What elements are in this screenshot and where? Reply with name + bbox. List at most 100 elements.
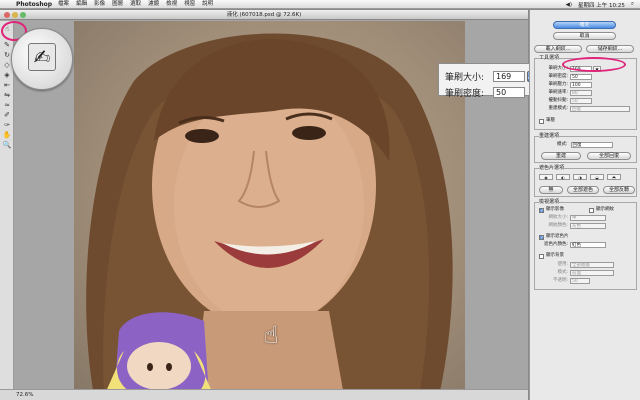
zoom-level[interactable]: 72.6% bbox=[16, 392, 33, 398]
menu-window[interactable]: 視窗 bbox=[184, 0, 195, 9]
close-window-icon[interactable] bbox=[4, 12, 10, 18]
mesh-size-select[interactable]: 中 bbox=[570, 215, 606, 221]
mask-mode-icons: ◉ ◐ ◑ ◒ ◓ bbox=[539, 174, 621, 180]
menu-edit[interactable]: 編輯 bbox=[76, 0, 87, 9]
zoom-tool-icon[interactable]: 🔍 bbox=[2, 141, 12, 150]
menu-filter[interactable]: 濾鏡 bbox=[148, 0, 159, 9]
show-backdrop-label: 顯示背景 bbox=[546, 253, 564, 258]
menu-image[interactable]: 影像 bbox=[94, 0, 105, 9]
stylus-pressure-checkbox[interactable] bbox=[539, 118, 544, 124]
save-mesh-button[interactable]: 儲存網紋... bbox=[586, 45, 634, 53]
stylus-pressure-row: 筆壓 bbox=[539, 118, 555, 124]
minimize-window-icon[interactable] bbox=[12, 12, 18, 18]
mask-color-label: 遮色片顏色: bbox=[543, 242, 568, 247]
menu-layer[interactable]: 圖層 bbox=[112, 0, 123, 9]
show-mesh-checkbox[interactable] bbox=[589, 207, 594, 213]
menu-app-name[interactable]: Photoshop bbox=[16, 0, 52, 9]
status-bar: 72.6% bbox=[0, 389, 528, 400]
zoom-window-icon[interactable] bbox=[20, 12, 26, 18]
hud-brush-density-row: 筆刷密度: 50 bbox=[445, 86, 525, 99]
show-backdrop-row: 顯示背景 bbox=[539, 253, 564, 259]
invert-selection-icon[interactable]: ◓ bbox=[607, 174, 621, 180]
mesh-size-label: 網紋大小: bbox=[548, 215, 568, 220]
menu-select[interactable]: 選取 bbox=[130, 0, 141, 9]
mesh-color-label: 網紋顏色: bbox=[548, 223, 568, 228]
brush-rate-label: 筆刷速率: bbox=[548, 90, 568, 95]
mesh-size-row: 網紋大小: 中 bbox=[541, 215, 606, 221]
load-mesh-button[interactable]: 載入網紋... bbox=[534, 45, 582, 53]
backdrop-opacity-field[interactable]: 50 bbox=[570, 278, 590, 284]
intersect-selection-icon[interactable]: ◒ bbox=[590, 174, 604, 180]
tool-magnifier-callout: ✍ bbox=[11, 28, 73, 90]
reconstruct-tool-icon[interactable]: ✎ bbox=[2, 41, 12, 50]
bloat-tool-icon[interactable]: ◈ bbox=[2, 71, 12, 80]
brush-pressure-field[interactable]: 100 bbox=[570, 82, 592, 88]
hud-brush-density-label: 筆刷密度: bbox=[445, 89, 485, 99]
show-mask-checkbox[interactable]: ✓ bbox=[539, 234, 544, 240]
tool-options-title: 工具選項 bbox=[539, 55, 560, 61]
window-titlebar: 液化 (607018.psd @ 72.6K) bbox=[0, 10, 528, 20]
show-backdrop-checkbox[interactable] bbox=[539, 253, 544, 259]
ok-button[interactable]: 確定 bbox=[553, 21, 616, 29]
hud-brush-size-row: 筆刷大小: 169 ▲▼ bbox=[445, 70, 536, 83]
mask-none-button[interactable]: 無 bbox=[539, 186, 563, 194]
backdrop-opacity-label: 不透明: bbox=[552, 278, 568, 283]
hud-brush-density-input[interactable]: 50 bbox=[493, 87, 525, 98]
liquify-toolbar: ☝ ✎ ↻ ◇ ◈ ⇤ ⇋ ≈ ✐ ✑ ✋ 🔍 bbox=[0, 21, 14, 391]
reconstruct-mode-select-2[interactable]: 回復 bbox=[570, 142, 613, 148]
menu-help[interactable]: 說明 bbox=[202, 0, 213, 9]
mirror-tool-icon[interactable]: ⇋ bbox=[2, 91, 12, 100]
brush-settings-callout: 筆刷大小: 169 ▲▼ 筆刷密度: 50 bbox=[438, 63, 538, 99]
brush-pressure-label: 筆刷壓力: bbox=[548, 82, 568, 87]
turbulent-jitter-field[interactable]: 50 bbox=[570, 98, 592, 104]
mesh-color-row: 網紋顏色: 灰色 bbox=[541, 223, 606, 229]
mask-options-section: 遮色片選項 ◉ ◐ ◑ ◒ ◓ 無 全部遮色 全部反轉 bbox=[534, 165, 637, 197]
mesh-color-select[interactable]: 灰色 bbox=[570, 223, 606, 229]
view-options-title: 檢視選項 bbox=[539, 199, 560, 205]
hand-tool-icon[interactable]: ✋ bbox=[2, 131, 12, 140]
spotlight-icon[interactable]: ⌕ bbox=[631, 1, 634, 8]
replace-selection-icon[interactable]: ◉ bbox=[539, 174, 553, 180]
push-left-tool-icon[interactable]: ⇤ bbox=[2, 81, 12, 90]
invert-all-button[interactable]: 全部反轉 bbox=[603, 186, 635, 194]
brush-density-field[interactable]: 50 bbox=[570, 74, 592, 80]
cancel-button[interactable]: 取消 bbox=[553, 32, 616, 40]
backdrop-use-select[interactable]: 全部圖層 bbox=[570, 262, 614, 268]
show-image-row: ✓ 顯示影像 bbox=[539, 207, 564, 213]
restore-all-button[interactable]: 全部回復 bbox=[587, 152, 631, 160]
turbulent-jitter-label: 擾動抖動: bbox=[548, 98, 568, 103]
brush-rate-row: 筆刷速率: 80 bbox=[541, 90, 592, 96]
menu-bar: Photoshop 檔案 編輯 影像 圖層 選取 濾鏡 檢視 視窗 說明 ◀) … bbox=[0, 0, 640, 9]
freeze-mask-tool-icon[interactable]: ✐ bbox=[2, 111, 12, 120]
menu-file[interactable]: 檔案 bbox=[58, 0, 69, 9]
turbulence-tool-icon[interactable]: ≈ bbox=[2, 101, 12, 110]
add-to-selection-icon[interactable]: ◐ bbox=[556, 174, 570, 180]
photo-canvas[interactable]: ☝ bbox=[74, 21, 465, 396]
highlight-ring-brush-size bbox=[562, 57, 626, 72]
hand-cursor-icon: ☝ bbox=[264, 321, 279, 349]
show-mask-label: 顯示遮色片 bbox=[546, 234, 569, 239]
reconstruct-mode-select[interactable]: 回復 bbox=[570, 106, 630, 112]
thaw-mask-tool-icon[interactable]: ✑ bbox=[2, 121, 12, 130]
view-options-section: 檢視選項 ✓ 顯示影像 顯示網紋 網紋大小: 中 網紋顏色: 灰色 ✓ 顯示遮色… bbox=[534, 199, 637, 290]
reconstruct-options-section: 重建選項 模式: 回復 重建 全部回復 bbox=[534, 133, 637, 163]
reconstruct-button[interactable]: 重建 bbox=[541, 152, 581, 160]
reconstruct-mode-row-2: 模式: 回復 bbox=[557, 142, 613, 148]
backdrop-use-label: 使用: bbox=[557, 262, 568, 267]
show-image-checkbox[interactable]: ✓ bbox=[539, 207, 544, 213]
show-mesh-row: 顯示網紋 bbox=[589, 207, 614, 213]
hud-brush-size-input[interactable]: 169 bbox=[493, 71, 525, 82]
brush-density-row: 筆刷密度: 50 bbox=[541, 74, 592, 80]
menu-view[interactable]: 檢視 bbox=[166, 0, 177, 9]
subtract-selection-icon[interactable]: ◑ bbox=[573, 174, 587, 180]
show-mesh-label: 顯示網紋 bbox=[596, 207, 614, 212]
reconstruct-options-title: 重建選項 bbox=[539, 133, 560, 139]
brush-pressure-row: 筆刷壓力: 100 bbox=[541, 82, 592, 88]
menubar-clock[interactable]: 星期四 上午 10:25 bbox=[578, 1, 625, 9]
brush-density-label: 筆刷密度: bbox=[548, 74, 568, 79]
volume-icon[interactable]: ◀) bbox=[566, 2, 572, 8]
backdrop-mode-select[interactable]: 前面 bbox=[570, 270, 614, 276]
mask-color-select[interactable]: 紅色 bbox=[570, 242, 606, 248]
brush-rate-field[interactable]: 80 bbox=[570, 90, 592, 96]
mask-all-button[interactable]: 全部遮色 bbox=[567, 186, 599, 194]
